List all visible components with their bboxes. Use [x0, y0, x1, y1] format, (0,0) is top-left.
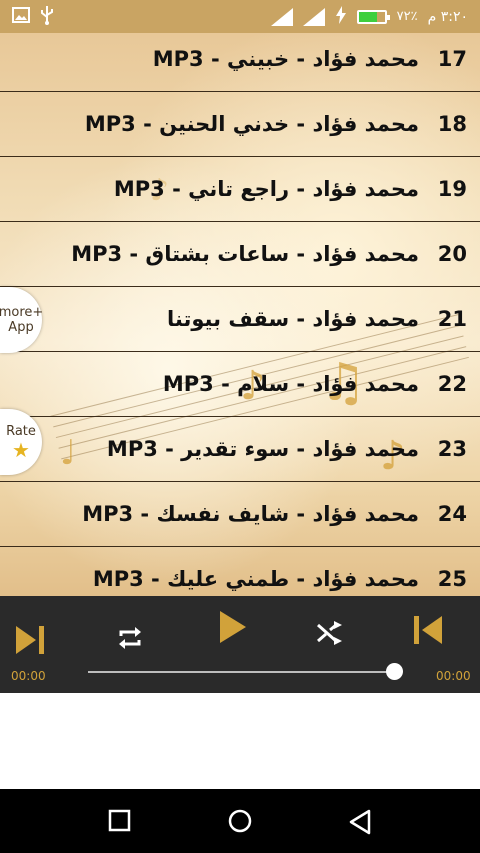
battery-icon [356, 9, 390, 24]
rate-label: Rate [6, 423, 36, 439]
track-title: محمد فؤاد - سلام - MP3 [162, 372, 419, 396]
track-row[interactable]: محمد فؤاد - راجع تاني - MP3 19 [0, 157, 480, 222]
track-row[interactable]: محمد فؤاد - سقف بيوتنا 21 [0, 287, 480, 352]
track-number: 17 [437, 47, 467, 71]
status-time: ٣:٢٠ م [427, 8, 468, 25]
track-number: 20 [437, 242, 467, 266]
empty-area [0, 693, 480, 789]
track-title: محمد فؤاد - سوء تقدير - MP3 [106, 437, 419, 461]
navigation-bar [0, 789, 480, 853]
skip-next-button[interactable] [14, 624, 46, 660]
seek-bar[interactable] [88, 671, 394, 673]
track-number: 18 [437, 112, 467, 136]
duration-time: 00:00 [436, 669, 471, 683]
skip-previous-button[interactable] [412, 614, 444, 650]
shuffle-button[interactable] [316, 620, 344, 650]
track-title: محمد فؤاد - شايف نفسك - MP3 [82, 502, 419, 526]
status-right: ٧٢٪ ٣:٢٠ م [270, 5, 468, 28]
home-icon [228, 809, 252, 833]
track-number: 22 [437, 372, 467, 396]
track-row[interactable]: محمد فؤاد - ساعات بشتاق - MP3 20 [0, 222, 480, 287]
battery-percent: ٧٢٪ [396, 9, 418, 24]
track-title: محمد فؤاد - خبيني - MP3 [152, 47, 419, 71]
track-number: 19 [437, 177, 467, 201]
image-icon [12, 6, 30, 27]
track-list[interactable]: ♪ ♫ ♪ ♩ ♪ محمد فؤاد - خبيني - MP3 17 محمد … [0, 33, 480, 596]
more-apps-label-2: App [8, 320, 34, 335]
track-title: محمد فؤاد - ساعات بشتاق - MP3 [71, 242, 419, 266]
track-row[interactable]: محمد فؤاد - سوء تقدير - MP3 23 [0, 417, 480, 482]
track-row[interactable]: محمد فؤاد - خبيني - MP3 17 [0, 33, 480, 92]
elapsed-time: 00:00 [11, 669, 46, 683]
track-number: 24 [437, 502, 467, 526]
home-button[interactable] [227, 808, 253, 838]
play-icon [220, 611, 246, 643]
star-icon: ★ [12, 437, 30, 462]
charging-icon [335, 5, 347, 28]
track-number: 21 [437, 307, 467, 331]
battery-fill [358, 11, 378, 22]
shuffle-icon [317, 621, 342, 645]
more-apps-label: more+ [0, 305, 44, 320]
repeat-icon [119, 627, 141, 649]
track-row[interactable]: محمد فؤاد - شايف نفسك - MP3 24 [0, 482, 480, 547]
track-title: محمد فؤاد - خدني الحنين - MP3 [84, 112, 419, 136]
track-title: محمد فؤاد - طمني عليك - MP3 [92, 567, 419, 591]
back-button[interactable] [348, 809, 372, 839]
track-row[interactable]: محمد فؤاد - سلام - MP3 22 [0, 352, 480, 417]
status-bar: ٧٢٪ ٣:٢٠ م [0, 0, 480, 33]
track-title: محمد فؤاد - راجع تاني - MP3 [113, 177, 419, 201]
back-icon [349, 809, 371, 835]
signal-icon [302, 7, 325, 26]
track-number: 23 [437, 437, 467, 461]
track-number: 25 [437, 567, 467, 591]
usb-icon [40, 5, 54, 29]
repeat-button[interactable] [116, 624, 144, 656]
recents-button[interactable] [108, 809, 132, 837]
track-title: محمد فؤاد - سقف بيوتنا [167, 307, 419, 331]
status-left [12, 5, 54, 29]
signal-icon [270, 7, 293, 26]
play-button[interactable] [218, 610, 248, 648]
track-row[interactable]: محمد فؤاد - خدني الحنين - MP3 18 [0, 92, 480, 157]
player-bar: 00:00 00:00 [0, 596, 480, 693]
recents-icon [108, 809, 131, 832]
seek-thumb[interactable] [386, 663, 403, 680]
skip-next-icon [16, 626, 44, 654]
track-row[interactable]: محمد فؤاد - طمني عليك - MP3 25 [0, 547, 480, 596]
skip-previous-icon [414, 616, 442, 644]
